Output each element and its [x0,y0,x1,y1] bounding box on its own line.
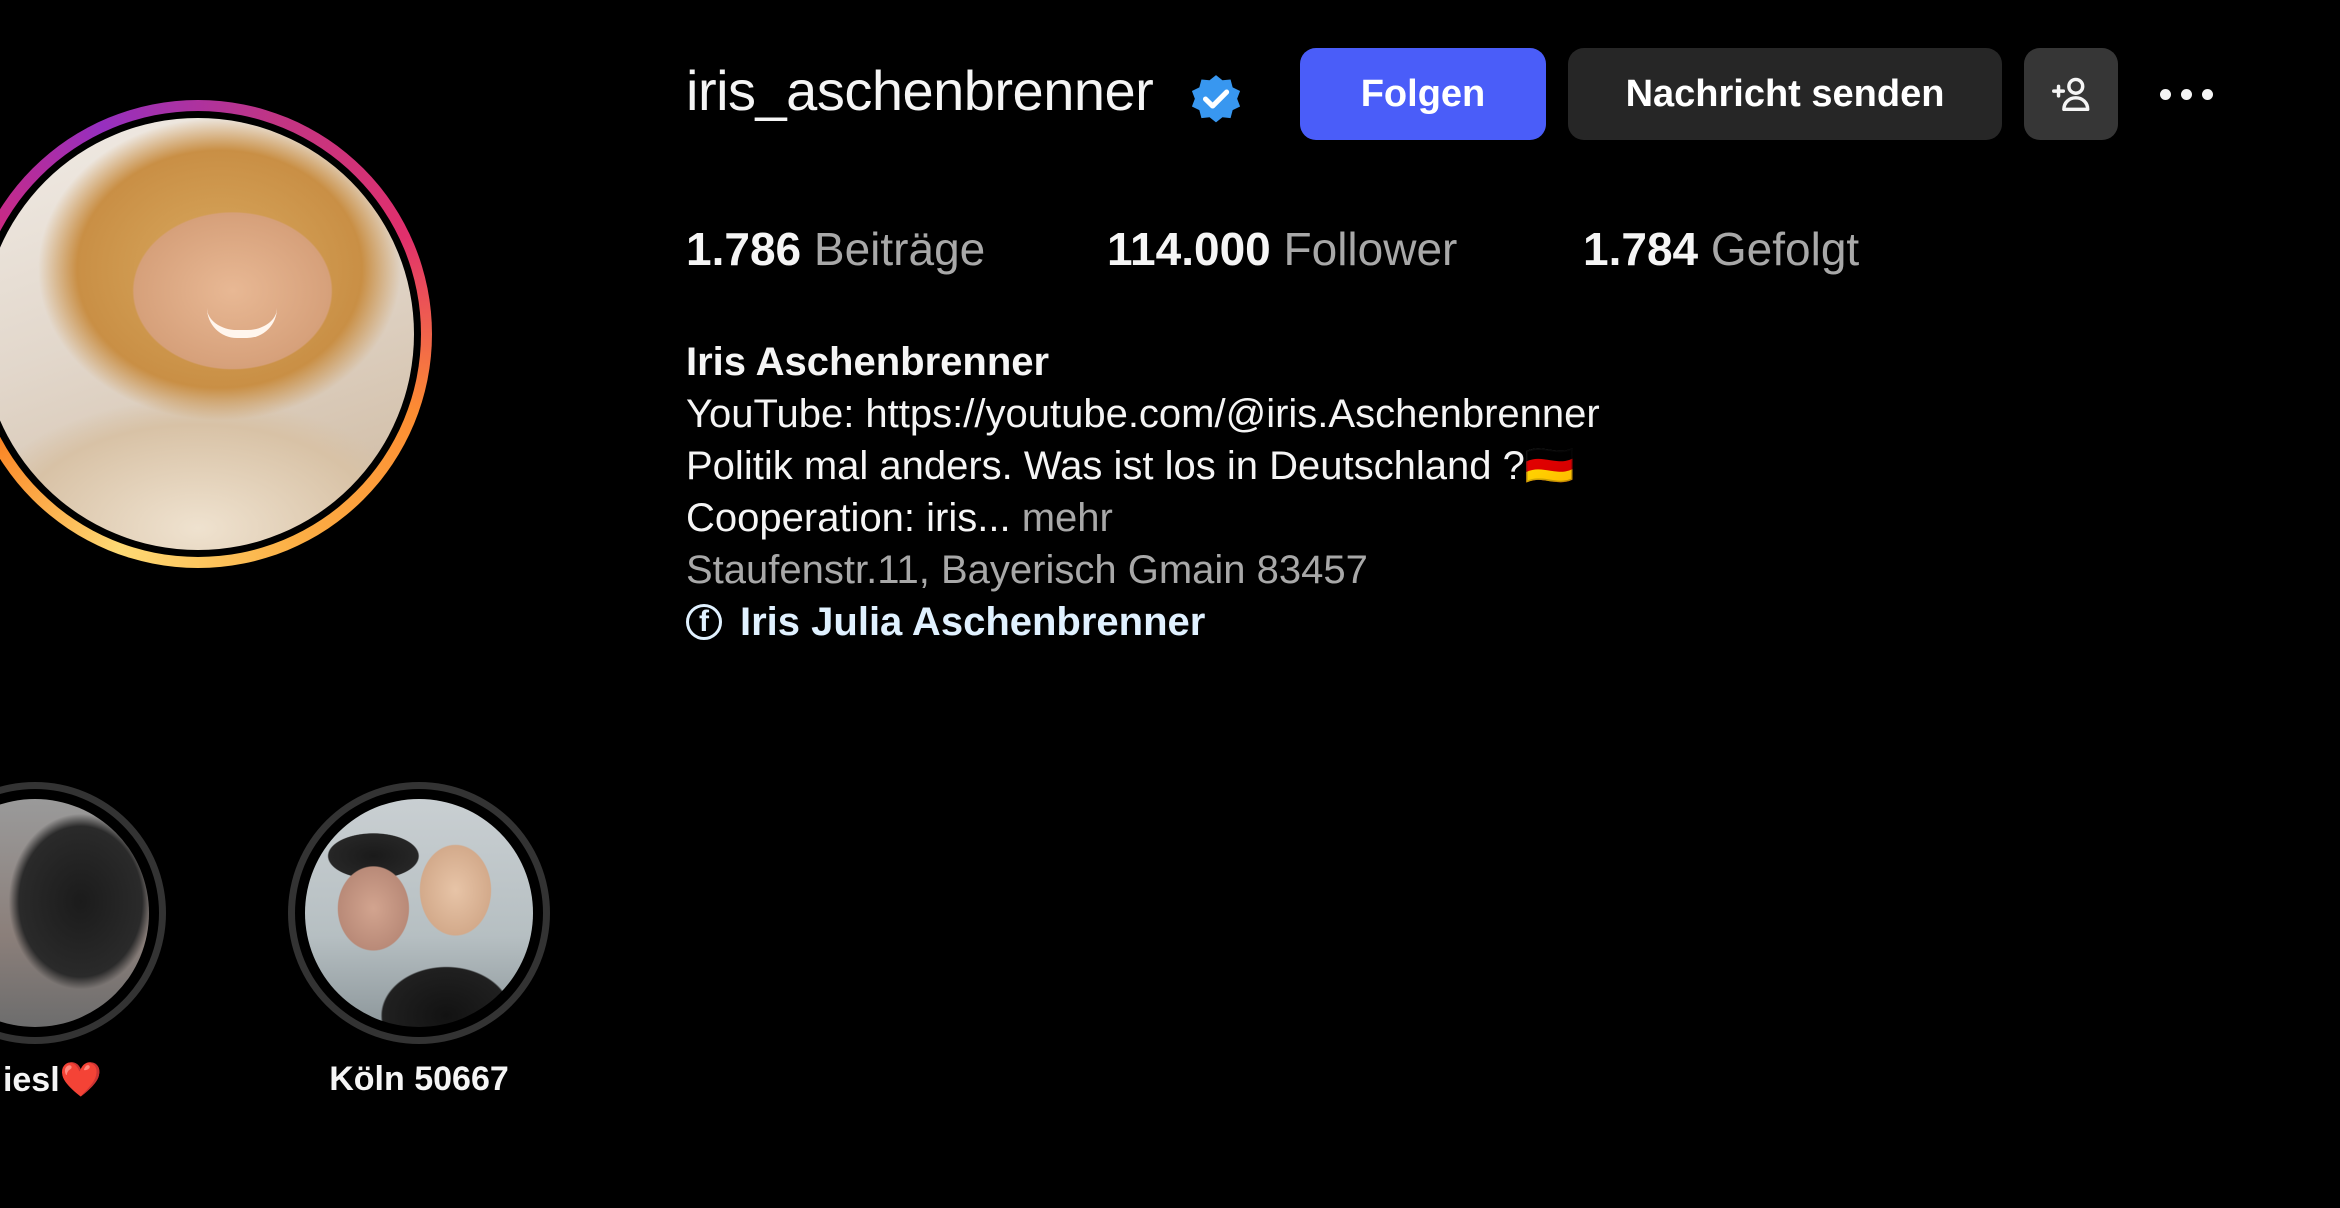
verified-badge-icon [1191,75,1241,123]
highlight-label: Köln 50667 [329,1060,509,1098]
highlight-cover [305,799,533,1027]
followers-number: 114.000 [1107,223,1271,275]
avatar-detail [206,308,277,339]
following-count[interactable]: 1.784 Gefolgt [1583,222,1859,276]
posts-label: Beiträge [813,223,986,275]
more-dot [2180,88,2192,100]
more-dot [2159,88,2171,100]
highlight-ring [0,782,166,1044]
display-name: Iris Aschenbrenner [686,340,1050,384]
bio-more-link[interactable]: mehr [1022,496,1113,540]
bio-cooperation-text: Cooperation: iris... [686,496,1011,540]
suggest-similar-button[interactable] [2024,48,2118,140]
highlight-cover [0,799,149,1027]
avatar[interactable] [0,118,414,550]
following-number: 1.784 [1583,223,1699,275]
more-dot [2201,88,2213,100]
followers-label: Follower [1283,223,1458,275]
following-label: Gefolgt [1710,223,1860,275]
facebook-link-label: Iris Julia Aschenbrenner [740,600,1206,644]
story-highlight[interactable]: iesl❤️ [0,782,166,1100]
highlight-gap [0,789,159,1037]
highlight-ring [288,782,550,1044]
send-message-button[interactable]: Nachricht senden [1568,48,2002,140]
posts-number: 1.786 [686,223,802,275]
bio-line-politics: Politik mal anders. Was ist los in Deuts… [686,444,1575,488]
profile-avatar-ring[interactable] [0,100,432,568]
profile-username: iris_aschenbrenner [686,59,1154,122]
more-options-icon[interactable] [2150,66,2222,122]
facebook-profile-link[interactable]: f Iris Julia Aschenbrenner [686,596,1600,648]
facebook-icon: f [686,604,722,640]
profile-bio: Iris Aschenbrenner YouTube: https://yout… [686,336,1600,648]
followers-count[interactable]: 114.000 Follower [1107,222,1457,276]
highlight-label: iesl❤️ [2,1061,102,1099]
posts-count: 1.786 Beiträge [686,222,985,276]
follow-button[interactable]: Folgen [1300,48,1546,140]
avatar-gap [0,111,421,557]
bio-address[interactable]: Staufenstr.11, Bayerisch Gmain 83457 [686,544,1600,596]
bio-line-youtube: YouTube: https://youtube.com/@iris.Asche… [686,392,1600,436]
story-highlight[interactable]: Köln 50667 [288,782,550,1099]
highlight-gap [295,789,543,1037]
bio-line-cooperation: Cooperation: iris... mehr [686,492,1600,544]
add-user-icon [2052,77,2090,112]
